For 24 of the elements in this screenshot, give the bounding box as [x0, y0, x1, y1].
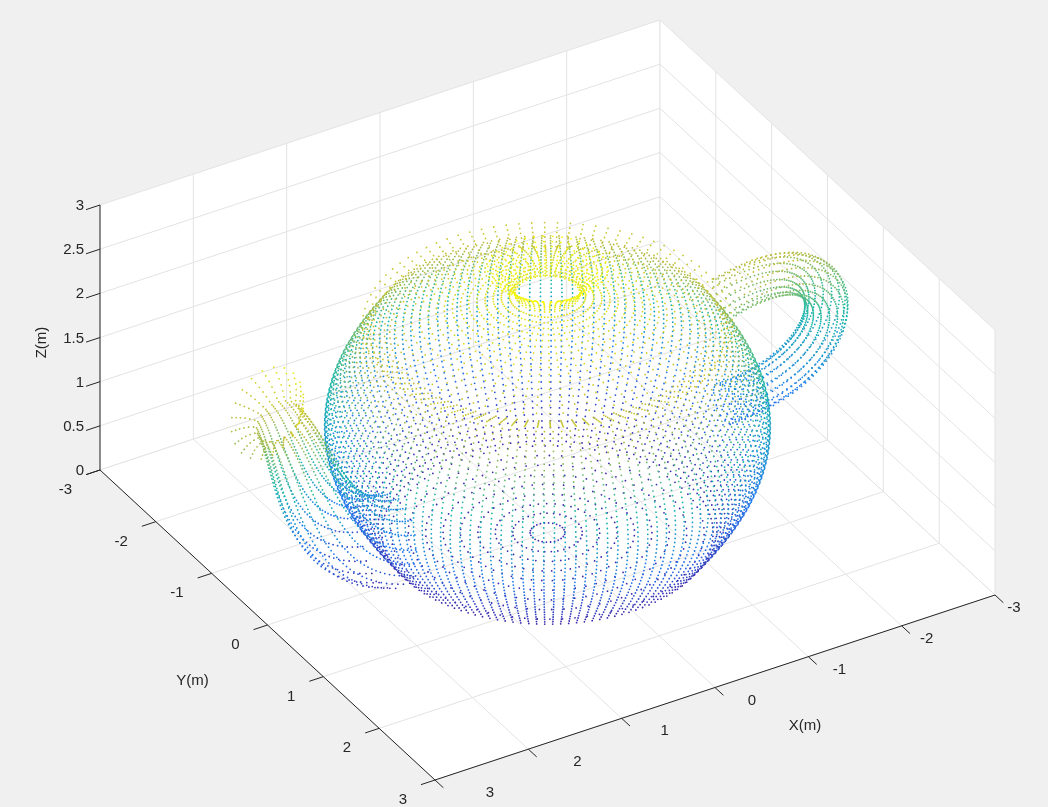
z-tick-label: 0	[75, 461, 84, 478]
z-axis-label: Z(m)	[32, 326, 49, 359]
x-tick-label: 2	[573, 752, 582, 770]
z-tick-label: 0.5	[63, 416, 84, 434]
z-tick-label: 2	[75, 284, 84, 302]
y-tick-label: 1	[287, 686, 296, 704]
y-tick-label: -1	[170, 583, 184, 601]
x-tick-label: -3	[1007, 598, 1021, 615]
x-tick-label: -1	[832, 659, 846, 677]
x-tick-label: 3	[485, 783, 495, 800]
y-tick-label: 2	[342, 738, 352, 756]
y-tick-label: -2	[114, 531, 128, 549]
x-tick-label: 1	[660, 721, 669, 739]
z-tick-label: 1.5	[63, 328, 84, 346]
x-tick-label: 0	[747, 690, 757, 708]
x-axis-label: X(m)	[788, 715, 822, 733]
y-tick-label: -3	[58, 480, 72, 497]
z-tick-label: 2.5	[63, 240, 84, 258]
y-tick-label: 0	[231, 635, 240, 652]
y-tick-label: 3	[398, 790, 407, 807]
z-tick-label: 3	[75, 196, 84, 213]
y-axis-label: Y(m)	[176, 671, 209, 688]
z-tick-label: 1	[75, 372, 84, 390]
x-tick-label: -2	[920, 628, 934, 646]
